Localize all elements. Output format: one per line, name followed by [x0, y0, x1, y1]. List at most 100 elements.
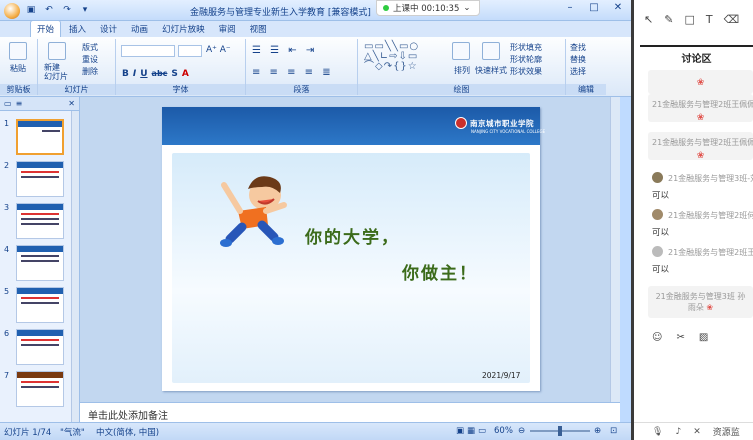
italic-icon[interactable]: I [133, 69, 136, 79]
school-seal-icon [455, 117, 467, 129]
theme-name: "气流" [60, 428, 85, 438]
find-button[interactable]: 查找 [570, 42, 586, 53]
school-name-en: NANJING CITY VOCATIONAL COLLEGE [471, 129, 546, 134]
paste-button[interactable]: 粘贴 [10, 63, 26, 74]
chevron-down-icon: ⌄ [463, 3, 471, 13]
message-text: 可以 [652, 265, 670, 275]
slide-scrollbar[interactable] [610, 97, 620, 402]
thumb-number: 7 [4, 371, 10, 380]
align-icons[interactable]: ≡ ≡ ≡ ≡ ≣ [252, 67, 334, 78]
quick-styles-button[interactable]: 快速样式 [475, 65, 507, 76]
scissors-icon[interactable]: ✂ [676, 332, 684, 343]
undo-icon[interactable]: ↶ [42, 3, 56, 17]
zoom-in-icon[interactable]: ⊕ [594, 426, 601, 436]
close-pane-icon[interactable]: ✕ [68, 99, 75, 108]
font-grow-icon[interactable]: A⁺ A⁻ [206, 45, 231, 55]
slide-thumbnail[interactable] [16, 371, 64, 407]
ribbon-tabs: 开始 插入 设计 动画 幻灯片放映 审阅 视图 [0, 20, 631, 37]
slide-title-line-2: 你做主！ [402, 264, 478, 284]
shape-outline-button[interactable]: 形状轮廓 [510, 54, 542, 65]
strike-icon[interactable]: abc [152, 69, 168, 79]
font-size-box[interactable] [178, 45, 202, 57]
emoji-icon[interactable]: ☺ [652, 332, 662, 343]
delete-button[interactable]: 删除 [82, 66, 98, 77]
tab-slideshow[interactable]: 幻灯片放映 [156, 21, 211, 37]
slide-thumbnail[interactable] [16, 161, 64, 197]
slides-pane: ▭ ≡ ✕ 1 2 3 4 5 6 7 [0, 97, 80, 423]
window-title: 金融服务与管理专业新生入学教育 [兼容模式] [190, 8, 371, 18]
view-buttons-icon[interactable]: ▣▦▭ [456, 426, 489, 436]
shape-effects-button[interactable]: 形状效果 [510, 66, 542, 77]
tab-design[interactable]: 设计 [94, 21, 123, 37]
new-slide-icon[interactable] [48, 42, 66, 60]
tab-animation[interactable]: 动画 [125, 21, 154, 37]
recording-indicator[interactable]: 上课中 00:10:35 ⌄ [376, 0, 480, 16]
redo-icon[interactable]: ↷ [60, 3, 74, 17]
minimize-icon[interactable]: – [563, 2, 577, 13]
zoom-out-icon[interactable]: ⊖ [518, 426, 525, 436]
group-label: 段落 [246, 84, 357, 95]
thumb-number: 5 [4, 287, 10, 296]
mic-icon[interactable]: 🎙 [652, 427, 663, 437]
bold-icon[interactable]: B [122, 69, 129, 79]
group-font: A⁺ A⁻ B I U abc S A 字体 [116, 39, 246, 95]
shape-fill-button[interactable]: 形状填充 [510, 42, 542, 53]
slide-thumbnail[interactable] [16, 119, 64, 155]
maximize-icon[interactable]: □ [587, 2, 601, 13]
chat-message: 21金融服务与管理2班王佩佩 ❀ [648, 94, 753, 122]
shadow-icon[interactable]: S [171, 69, 177, 79]
office-button[interactable]: O [4, 3, 20, 19]
pane-scrollbar[interactable] [71, 111, 79, 423]
running-boy-illustration [220, 176, 287, 247]
new-slide-button[interactable]: 新建 幻灯片 [44, 63, 68, 81]
underline-icon[interactable]: U [140, 69, 147, 79]
replace-button[interactable]: 替换 [570, 54, 586, 65]
notes-pane[interactable]: 单击此处添加备注 [80, 402, 620, 422]
slide-thumbnail[interactable] [16, 287, 64, 323]
save-icon[interactable]: ▣ [24, 3, 38, 17]
message-text: 21金融服务与管理2班王佩佩 [652, 100, 753, 109]
avatar [652, 209, 663, 220]
outline-tab-icon[interactable]: ≡ [16, 99, 23, 108]
slide-thumbnail[interactable] [16, 203, 64, 239]
tab-view[interactable]: 视图 [244, 21, 273, 37]
message-text: 21金融服务与管理2班王佩佩 [652, 138, 753, 147]
font-color-icon[interactable]: A [182, 69, 189, 79]
close-icon[interactable]: ✕ [611, 2, 625, 13]
text-icon[interactable]: T [706, 13, 713, 26]
message-author: 21金融服务与管理3班-刘 [668, 174, 753, 183]
layout-button[interactable]: 版式 [82, 42, 98, 53]
shape-icon[interactable]: □ [684, 13, 694, 26]
mute-icon[interactable]: ✕ [693, 427, 701, 437]
zoom-slider-knob[interactable] [558, 426, 562, 436]
arrange-button[interactable]: 排列 [454, 65, 470, 76]
group-slides: 新建 幻灯片 版式 重设 删除 幻灯片 [38, 39, 116, 95]
slide-thumbnail[interactable] [16, 245, 64, 281]
slides-tab-icon[interactable]: ▭ [4, 99, 12, 108]
current-slide[interactable]: 南京城市职业学院 NANJING CITY VOCATIONAL COLLEGE [162, 107, 545, 391]
select-button[interactable]: 选择 [570, 66, 586, 77]
status-bar: 幻灯片 1/74 "气流" 中文(简体, 中国) ▣▦▭ 60% ⊖ ⊕ ⊡ [0, 422, 631, 440]
resource-monitor-label[interactable]: 资源监 [713, 425, 740, 438]
speaker-icon[interactable]: ♪ [675, 427, 681, 437]
image-icon[interactable]: ▨ [699, 332, 708, 343]
tab-home[interactable]: 开始 [30, 20, 62, 37]
group-label: 剪贴板 [0, 84, 37, 95]
font-name-box[interactable] [121, 45, 175, 57]
shapes-gallery-icon[interactable]: ▭▭╲╲▭○ △╲∟⇨⇩▭ ⌒◇↷{}☆ [364, 42, 454, 74]
fit-window-icon[interactable]: ⊡ [610, 426, 617, 436]
customize-qat-icon[interactable]: ▾ [78, 3, 92, 17]
tab-insert[interactable]: 插入 [63, 21, 92, 37]
language-status[interactable]: 中文(简体, 中国) [96, 426, 159, 438]
reset-button[interactable]: 重设 [82, 54, 98, 65]
arrange-icon[interactable] [452, 42, 470, 60]
pointer-icon[interactable]: ↖ [644, 13, 653, 26]
quick-styles-icon[interactable] [482, 42, 500, 60]
slide-thumbnail[interactable] [16, 329, 64, 365]
tab-review[interactable]: 审阅 [213, 21, 242, 37]
paste-icon[interactable] [9, 42, 27, 60]
zoom-level[interactable]: 60% [494, 426, 513, 436]
list-icons[interactable]: ☰ ☰ ⇤ ⇥ [252, 45, 317, 56]
eraser-icon[interactable]: ⌫ [724, 13, 740, 26]
pen-icon[interactable]: ✎ [664, 13, 673, 26]
